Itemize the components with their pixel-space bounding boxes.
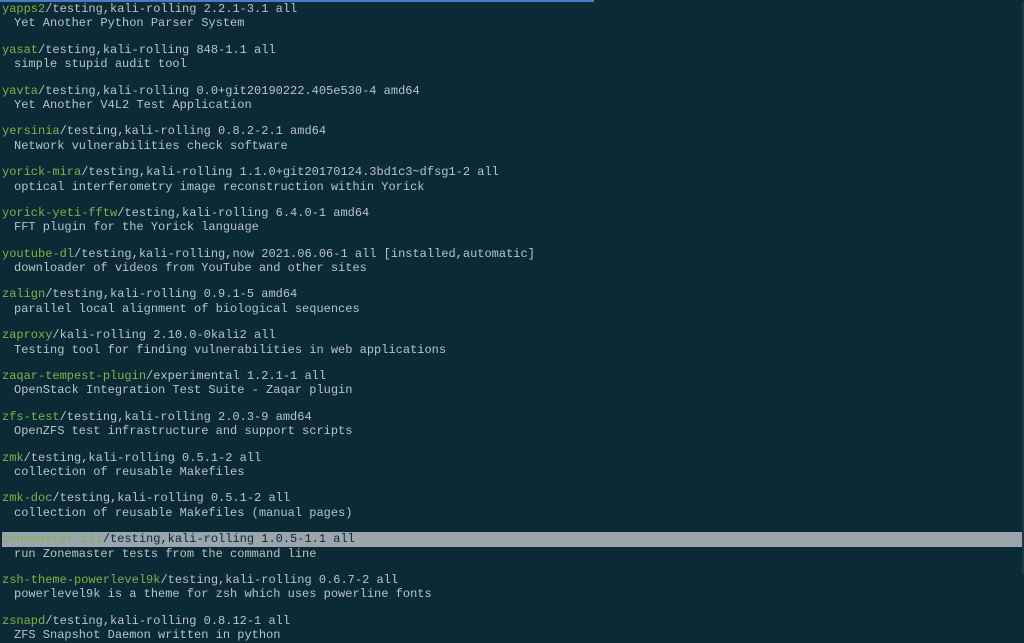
package-meta: /kali-rolling 2.10.0-0kali2 all bbox=[52, 328, 275, 342]
package-header-line: youtube-dl/testing,kali-rolling,now 2021… bbox=[2, 247, 1022, 261]
package-name: zaproxy bbox=[2, 328, 52, 342]
package-description: Yet Another Python Parser System bbox=[2, 16, 1022, 30]
package-description: Testing tool for finding vulnerabilities… bbox=[2, 343, 1022, 357]
package-name: yapps2 bbox=[2, 2, 45, 16]
package-header-line: zonemaster-cli/testing,kali-rolling 1.0.… bbox=[2, 532, 1022, 546]
package-meta: /testing,kali-rolling 0.5.1-2 all bbox=[52, 491, 290, 505]
package-entry: zfs-test/testing,kali-rolling 2.0.3-9 am… bbox=[2, 410, 1022, 439]
package-header-line: zfs-test/testing,kali-rolling 2.0.3-9 am… bbox=[2, 410, 1022, 424]
package-entry: yapps2/testing,kali-rolling 2.2.1-3.1 al… bbox=[2, 2, 1022, 31]
package-description: FFT plugin for the Yorick language bbox=[2, 220, 1022, 234]
package-entry: yersinia/testing,kali-rolling 0.8.2-2.1 … bbox=[2, 124, 1022, 153]
package-meta: /testing,kali-rolling,now 2021.06.06-1 a… bbox=[74, 247, 535, 261]
package-meta: /testing,kali-rolling 2.0.3-9 amd64 bbox=[60, 410, 312, 424]
package-meta: /testing,kali-rolling 1.1.0+git20170124.… bbox=[81, 165, 499, 179]
package-meta: /experimental 1.2.1-1 all bbox=[146, 369, 326, 383]
package-header-line: yersinia/testing,kali-rolling 0.8.2-2.1 … bbox=[2, 124, 1022, 138]
package-meta: /testing,kali-rolling 0.8.2-2.1 amd64 bbox=[60, 124, 326, 138]
package-description: collection of reusable Makefiles bbox=[2, 465, 1022, 479]
package-entry: zaqar-tempest-plugin/experimental 1.2.1-… bbox=[2, 369, 1022, 398]
package-name: zsh-theme-powerlevel9k bbox=[2, 573, 160, 587]
package-name: zmk-doc bbox=[2, 491, 52, 505]
package-meta: /testing,kali-rolling 848-1.1 all bbox=[38, 43, 276, 57]
package-name: zaqar-tempest-plugin bbox=[2, 369, 146, 383]
package-entry: yorick-mira/testing,kali-rolling 1.1.0+g… bbox=[2, 165, 1022, 194]
package-header-line: zsnapd/testing,kali-rolling 0.8.12-1 all bbox=[2, 614, 1022, 628]
package-header-line: yasat/testing,kali-rolling 848-1.1 all bbox=[2, 43, 1022, 57]
package-header-line: zsh-theme-powerlevel9k/testing,kali-roll… bbox=[2, 573, 1022, 587]
package-entry: zonemaster-cli/testing,kali-rolling 1.0.… bbox=[2, 532, 1022, 561]
package-name: zalign bbox=[2, 287, 45, 301]
package-header-line: zmk/testing,kali-rolling 0.5.1-2 all bbox=[2, 451, 1022, 465]
package-name: youtube-dl bbox=[2, 247, 74, 261]
package-name: yersinia bbox=[2, 124, 60, 138]
package-meta: /testing,kali-rolling 0.9.1-5 amd64 bbox=[45, 287, 297, 301]
terminal-output[interactable]: yapps2/testing,kali-rolling 2.2.1-3.1 al… bbox=[0, 2, 1024, 643]
package-entry: zaproxy/kali-rolling 2.10.0-0kali2 allTe… bbox=[2, 328, 1022, 357]
package-name: zmk bbox=[2, 451, 24, 465]
package-entry: zmk/testing,kali-rolling 0.5.1-2 allcoll… bbox=[2, 451, 1022, 480]
package-header-line: zalign/testing,kali-rolling 0.9.1-5 amd6… bbox=[2, 287, 1022, 301]
package-name: zfs-test bbox=[2, 410, 60, 424]
package-entry: yasat/testing,kali-rolling 848-1.1 allsi… bbox=[2, 43, 1022, 72]
package-name: yorick-mira bbox=[2, 165, 81, 179]
package-description: parallel local alignment of biological s… bbox=[2, 302, 1022, 316]
package-description: run Zonemaster tests from the command li… bbox=[2, 547, 1022, 561]
package-entry: yorick-yeti-fftw/testing,kali-rolling 6.… bbox=[2, 206, 1022, 235]
package-name: yasat bbox=[2, 43, 38, 57]
package-header-line: zaproxy/kali-rolling 2.10.0-0kali2 all bbox=[2, 328, 1022, 342]
package-description: Network vulnerabilities check software bbox=[2, 139, 1022, 153]
package-name: zonemaster-cli bbox=[2, 532, 103, 546]
package-meta: /testing,kali-rolling 1.0.5-1.1 all bbox=[103, 532, 355, 546]
package-meta: /testing,kali-rolling 0.0+git20190222.40… bbox=[38, 84, 420, 98]
package-name: yavta bbox=[2, 84, 38, 98]
package-description: downloader of videos from YouTube and ot… bbox=[2, 261, 1022, 275]
package-name: yorick-yeti-fftw bbox=[2, 206, 117, 220]
package-header-line: yavta/testing,kali-rolling 0.0+git201902… bbox=[2, 84, 1022, 98]
package-entry: zmk-doc/testing,kali-rolling 0.5.1-2 all… bbox=[2, 491, 1022, 520]
package-header-line: yorick-yeti-fftw/testing,kali-rolling 6.… bbox=[2, 206, 1022, 220]
package-entry: yavta/testing,kali-rolling 0.0+git201902… bbox=[2, 84, 1022, 113]
package-entry: zsnapd/testing,kali-rolling 0.8.12-1 all… bbox=[2, 614, 1022, 643]
package-header-line: yorick-mira/testing,kali-rolling 1.1.0+g… bbox=[2, 165, 1022, 179]
package-entry: zalign/testing,kali-rolling 0.9.1-5 amd6… bbox=[2, 287, 1022, 316]
package-description: OpenStack Integration Test Suite - Zaqar… bbox=[2, 383, 1022, 397]
package-description: OpenZFS test infrastructure and support … bbox=[2, 424, 1022, 438]
package-description: simple stupid audit tool bbox=[2, 57, 1022, 71]
package-name: zsnapd bbox=[2, 614, 45, 628]
package-description: powerlevel9k is a theme for zsh which us… bbox=[2, 587, 1022, 601]
package-meta: /testing,kali-rolling 0.5.1-2 all bbox=[24, 451, 262, 465]
package-description: collection of reusable Makefiles (manual… bbox=[2, 506, 1022, 520]
package-description: optical interferometry image reconstruct… bbox=[2, 180, 1022, 194]
package-meta: /testing,kali-rolling 6.4.0-1 amd64 bbox=[117, 206, 369, 220]
package-meta: /testing,kali-rolling 0.8.12-1 all bbox=[45, 614, 290, 628]
package-header-line: zmk-doc/testing,kali-rolling 0.5.1-2 all bbox=[2, 491, 1022, 505]
package-header-line: yapps2/testing,kali-rolling 2.2.1-3.1 al… bbox=[2, 2, 1022, 16]
package-header-line: zaqar-tempest-plugin/experimental 1.2.1-… bbox=[2, 369, 1022, 383]
package-entry: zsh-theme-powerlevel9k/testing,kali-roll… bbox=[2, 573, 1022, 602]
package-description: ZFS Snapshot Daemon written in python bbox=[2, 628, 1022, 642]
package-meta: /testing,kali-rolling 2.2.1-3.1 all bbox=[45, 2, 297, 16]
package-entry: youtube-dl/testing,kali-rolling,now 2021… bbox=[2, 247, 1022, 276]
package-meta: /testing,kali-rolling 0.6.7-2 all bbox=[160, 573, 398, 587]
package-description: Yet Another V4L2 Test Application bbox=[2, 98, 1022, 112]
